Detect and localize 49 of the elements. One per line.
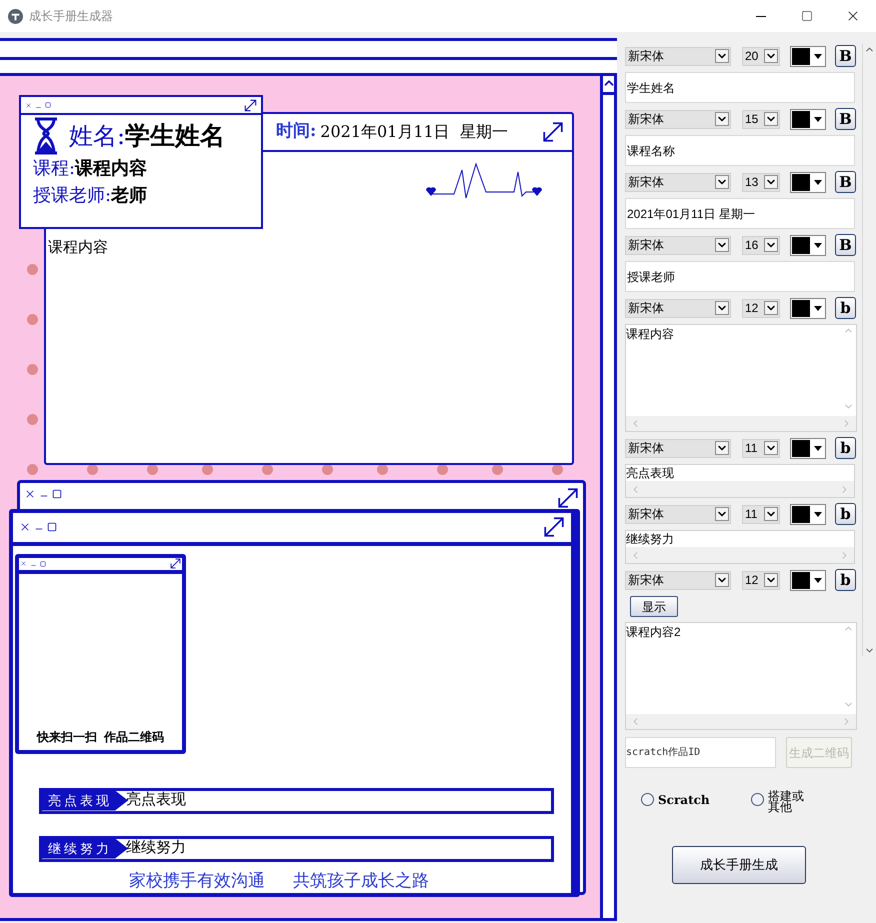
font-select[interactable]: 新宋体 (625, 570, 731, 590)
bold-button[interactable]: b (835, 503, 856, 525)
bold-button[interactable]: b (835, 569, 856, 591)
font-select[interactable]: 新宋体 (625, 504, 731, 524)
text-field[interactable]: 课程名称 (625, 135, 855, 166)
bold-button[interactable]: B (835, 234, 856, 256)
slogan-text: 家校携手有效沟通 (129, 870, 265, 892)
font-select[interactable]: 新宋体 (625, 298, 731, 318)
text-field[interactable]: 2021年01月11日 星期一 (625, 198, 855, 229)
font-select[interactable]: 新宋体 (625, 172, 731, 192)
size-select[interactable]: 11 (742, 438, 780, 458)
text-field[interactable]: 授课老师 (625, 261, 855, 292)
size-select[interactable]: 13 (742, 172, 780, 192)
size-select[interactable]: 11 (742, 504, 780, 524)
time-label: 时间: (276, 120, 316, 144)
text-field[interactable]: 学生姓名 (625, 72, 855, 103)
name-value: 学生姓名 (125, 120, 226, 152)
size-select[interactable]: 15 (742, 110, 780, 128)
name-label: 姓名: (69, 121, 126, 152)
course-value: 课程内容 (75, 157, 148, 181)
size-select[interactable]: 12 (742, 298, 780, 318)
window-title: 成长手册生成器 (29, 8, 113, 25)
teacher-label: 授课老师: (33, 184, 112, 208)
size-select[interactable]: 16 (742, 236, 780, 254)
qr-caption: 快来扫一扫 作品二维码 (37, 728, 164, 746)
content-text: 课程内容 (48, 239, 108, 256)
show-button[interactable]: 显示 (630, 596, 678, 617)
bold-button[interactable]: B (835, 108, 856, 130)
radio-label: Scratch (658, 792, 710, 809)
bold-button[interactable]: B (835, 171, 856, 193)
teacher-value: 老师 (111, 184, 148, 208)
course-label: 课程: (33, 157, 76, 181)
size-select[interactable]: 20 (742, 46, 780, 66)
bold-button[interactable]: b (835, 437, 856, 459)
font-select[interactable]: 新宋体 (625, 110, 731, 128)
font-select[interactable]: 新宋体 (625, 438, 731, 458)
size-select[interactable]: 12 (742, 570, 780, 590)
slogan-text: 共筑孩子成长之路 (293, 870, 429, 892)
time-value: 2021年01月11日 星期一 (320, 121, 508, 143)
font-select[interactable]: 新宋体 (625, 236, 731, 254)
feedback-tag: 亮点表现 (42, 790, 128, 810)
feedback-value: 亮点表现 (126, 790, 186, 810)
bold-button[interactable]: B (835, 45, 856, 67)
generate-button[interactable]: 成长手册生成 (672, 846, 806, 884)
font-select[interactable]: 新宋体 (625, 46, 731, 66)
feedback-value: 继续努力 (126, 838, 186, 858)
bold-button[interactable]: b (835, 297, 856, 319)
radio-label: 搭建或其他 (768, 791, 805, 813)
work-id-field[interactable]: scratch作品ID (625, 737, 776, 768)
